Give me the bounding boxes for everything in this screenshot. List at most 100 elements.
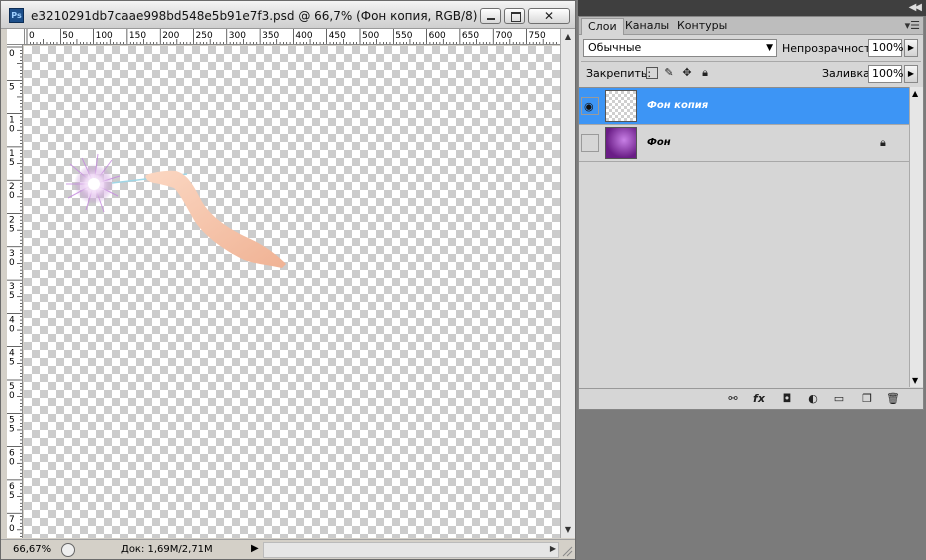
layer-row-fon-kopiya[interactable]: ◉ Фон копия: [579, 88, 909, 125]
ruler-label: 150: [129, 31, 146, 41]
layer-row-fon[interactable]: Фон 🔒︎: [579, 125, 909, 162]
ruler-label: 450: [329, 31, 346, 41]
document-size-info: Док: 1,69M/2,71M: [121, 544, 213, 555]
ruler-label: 0: [29, 31, 35, 41]
opacity-label: Непрозрачность:: [782, 42, 881, 55]
fill-label: Заливка:: [822, 67, 874, 80]
close-button[interactable]: ✕: [528, 8, 570, 24]
tab-paths[interactable]: Контуры: [671, 18, 733, 35]
layer-visibility-toggle[interactable]: ◉: [581, 97, 599, 115]
vertical-ruler[interactable]: 0510152025303540455055606570: [7, 45, 23, 538]
folder-icon[interactable]: ▭: [831, 392, 847, 406]
ruler-label: 5: [9, 225, 15, 235]
scroll-right-arrow-icon[interactable]: ▶: [550, 544, 556, 553]
ruler-label: 5: [9, 291, 15, 301]
ruler-label: 50: [62, 31, 74, 41]
close-icon: ✕: [543, 9, 555, 23]
fill-input[interactable]: 100%: [868, 65, 903, 83]
canvas-artwork: [66, 153, 286, 268]
fill-slider-toggle[interactable]: ▶: [904, 65, 918, 83]
timer-icon[interactable]: [61, 543, 75, 557]
tab-layers[interactable]: Слои: [581, 18, 624, 35]
ruler-label: 650: [462, 31, 479, 41]
scroll-up-arrow-icon[interactable]: ▲: [562, 31, 574, 43]
trash-icon[interactable]: 🗑︎: [885, 392, 901, 406]
resize-grip-icon[interactable]: [561, 542, 573, 558]
document-vertical-scrollbar[interactable]: ▲ ▼: [560, 29, 575, 538]
layer-name[interactable]: Фон копия: [647, 100, 708, 111]
ruler-label: 5: [9, 158, 15, 168]
scroll-up-arrow-icon[interactable]: ▲: [912, 89, 918, 98]
ruler-label: 200: [162, 31, 179, 41]
lock-position-icon[interactable]: ✥: [681, 67, 693, 79]
adjustment-icon[interactable]: ◐: [805, 392, 821, 406]
ruler-label: 0: [9, 125, 15, 135]
blend-mode-select[interactable]: Обычные ▼: [583, 39, 777, 57]
fx-icon[interactable]: fx: [751, 392, 767, 406]
ruler-label: 100: [96, 31, 113, 41]
eye-icon: ◉: [584, 100, 594, 113]
layer-visibility-toggle[interactable]: [581, 134, 599, 152]
layer-thumbnail: [605, 127, 637, 159]
horizontal-ruler[interactable]: 0 50 100 150 200 250 300 350 400 450 500 550 600 650 7…: [25, 29, 560, 45]
layers-panel: Слои Каналы Контуры ▾☰ Обычные ▼ Непрозр…: [578, 16, 924, 410]
document-title-bar[interactable]: Ps e3210291db7caae998bd548e5b91e7f3.psd …: [1, 1, 575, 29]
lock-icon: 🔒︎: [880, 136, 886, 149]
ruler-label: 0: [9, 258, 15, 268]
opacity-slider-toggle[interactable]: ▶: [904, 39, 918, 57]
tab-channels[interactable]: Каналы: [619, 18, 675, 35]
lock-label: Закрепить:: [586, 67, 652, 80]
document-horizontal-scrollbar[interactable]: ▶: [263, 542, 559, 558]
document-status-bar: 66,67% Док: 1,69M/2,71M ▶ ▶: [1, 539, 575, 559]
vertical-ruler-scale: 0510152025303540455055606570: [7, 46, 22, 537]
lock-transparent-pixels-icon[interactable]: [646, 67, 658, 79]
ruler-label: 0: [9, 191, 15, 201]
ruler-label: 5: [9, 82, 15, 92]
ruler-label: 0: [9, 524, 15, 534]
ruler-label: 600: [429, 31, 446, 41]
ruler-label: 250: [196, 31, 213, 41]
layers-list: ◉ Фон копия Фон 🔒︎: [579, 87, 909, 387]
ruler-label: 5: [9, 424, 15, 434]
zoom-level-field[interactable]: 66,67%: [7, 543, 55, 558]
lock-image-pixels-icon[interactable]: ✎: [663, 67, 675, 79]
chevron-down-icon: ▼: [766, 43, 773, 53]
collapse-panel-icon[interactable]: ◀◀: [909, 2, 922, 13]
link-icon[interactable]: ⚯: [725, 392, 741, 406]
ruler-corner[interactable]: [7, 29, 25, 45]
horizontal-ruler-scale: 0 50 100 150 200 250 300 350 400 450 500 550 600 650 7…: [26, 29, 557, 44]
panel-menu-icon[interactable]: ▾☰: [905, 19, 920, 32]
divider: [581, 61, 921, 62]
maximize-icon: [505, 9, 524, 23]
status-menu-arrow-icon[interactable]: ▶: [251, 543, 259, 554]
ruler-label: 0: [9, 324, 15, 334]
maximize-button[interactable]: [504, 8, 525, 24]
ruler-label: 400: [295, 31, 312, 41]
scroll-down-arrow-icon[interactable]: ▼: [562, 524, 574, 536]
ruler-label: 0: [9, 391, 15, 401]
opacity-input[interactable]: 100%: [868, 39, 903, 57]
scroll-down-arrow-icon[interactable]: ▼: [912, 376, 918, 385]
layers-panel-footer: ⚯ fx ◘ ◐ ▭ ❐ 🗑︎: [579, 388, 923, 409]
ruler-label: 5: [9, 491, 15, 501]
ruler-label: 5: [9, 358, 15, 368]
blend-mode-value: Обычные: [588, 41, 642, 54]
panel-dock-header: ◀◀: [578, 0, 926, 16]
lock-all-icon[interactable]: 🔒︎: [699, 67, 711, 79]
layers-scrollbar[interactable]: ▲ ▼: [909, 87, 923, 387]
new-layer-icon[interactable]: ❐: [859, 392, 875, 406]
ruler-label: 0: [9, 458, 15, 468]
ruler-label: 350: [262, 31, 279, 41]
ruler-label: 0: [9, 49, 15, 59]
ps-logo-icon: Ps: [9, 8, 24, 23]
document-title: e3210291db7caae998bd548e5b91e7f3.psd @ 6…: [31, 9, 478, 23]
minimize-button[interactable]: [480, 8, 501, 24]
ruler-label: 700: [495, 31, 512, 41]
document-canvas[interactable]: [24, 46, 560, 538]
panel-tabs: Слои Каналы Контуры ▾☰: [579, 17, 923, 35]
layer-thumbnail: [605, 90, 637, 122]
mask-icon[interactable]: ◘: [779, 392, 795, 406]
layer-name[interactable]: Фон: [647, 137, 671, 148]
arm-graphic: [145, 170, 286, 268]
sparkle-graphic: [66, 153, 121, 213]
